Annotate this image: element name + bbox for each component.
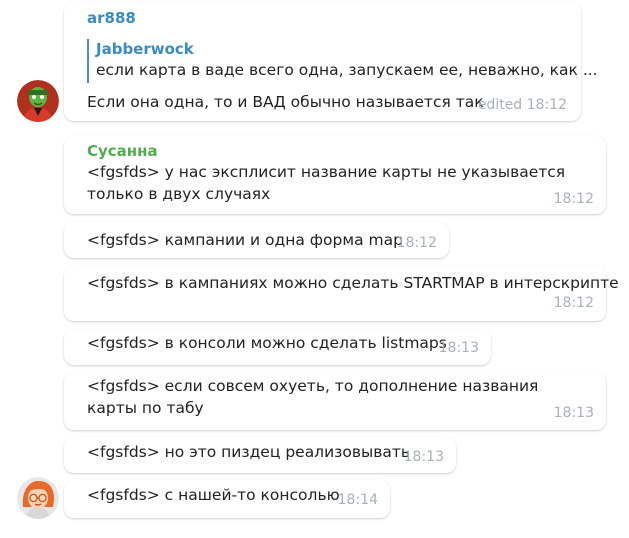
message-text: <fgsfds> кампании и одна форма map xyxy=(87,231,403,249)
message-bubble[interactable]: Сусанна <fgsfds> у нас эксплисит названи… xyxy=(64,136,606,214)
sender-name[interactable]: ar888 xyxy=(87,9,136,27)
message-text: <fgsfds> в кампаниях можно сделать START… xyxy=(87,274,619,292)
green-face-avatar-icon xyxy=(17,80,59,122)
message-bubble[interactable]: <fgsfds> но это пиздец реализовывать 18:… xyxy=(64,437,456,473)
message-time: edited 18:12 xyxy=(477,97,567,113)
reply-quote[interactable]: Jabberwock если карта в ваде всего одна,… xyxy=(87,39,598,83)
message-text: <fgsfds> у нас эксплисит название карты … xyxy=(87,163,566,203)
reply-text: если карта в ваде всего одна, запускаем … xyxy=(96,61,598,79)
message-bubble[interactable]: <fgsfds> если совсем охуеть, то дополнен… xyxy=(64,372,606,430)
message-time: 18:13 xyxy=(403,449,444,465)
message-text: Если она одна, то и ВАД обычно называетс… xyxy=(87,93,484,111)
message-time: 18:12 xyxy=(553,295,594,311)
message-text: <fgsfds> с нашей-то консолью xyxy=(87,486,340,504)
avatar-ar888[interactable] xyxy=(17,80,59,122)
girl-glasses-avatar-icon xyxy=(17,477,59,519)
reply-author: Jabberwock xyxy=(96,40,194,58)
sender-name[interactable]: Сусанна xyxy=(87,142,158,160)
avatar-susanna[interactable] xyxy=(17,477,59,519)
message-time: 18:14 xyxy=(337,492,378,508)
message-time: 18:13 xyxy=(438,340,479,356)
message-bubble[interactable]: <fgsfds> в кампаниях можно сделать START… xyxy=(64,266,619,321)
message-time: 18:12 xyxy=(553,191,594,207)
message-time: 18:12 xyxy=(396,235,437,251)
message-bubble[interactable]: <fgsfds> с нашей-то консолью 18:14 xyxy=(64,480,390,518)
message-text: <fgsfds> но это пиздец реализовывать xyxy=(87,443,411,461)
message-text: <fgsfds> если совсем охуеть, то дополнен… xyxy=(87,377,539,417)
message-time: 18:13 xyxy=(553,405,594,421)
message-bubble[interactable]: <fgsfds> в консоли можно сделать listmap… xyxy=(64,329,491,365)
message-text: <fgsfds> в консоли можно сделать listmap… xyxy=(87,334,447,352)
message-bubble[interactable]: <fgsfds> кампании и одна форма map 18:12 xyxy=(64,222,449,258)
message-bubble[interactable]: ar888 Jabberwock если карта в ваде всего… xyxy=(64,2,598,121)
